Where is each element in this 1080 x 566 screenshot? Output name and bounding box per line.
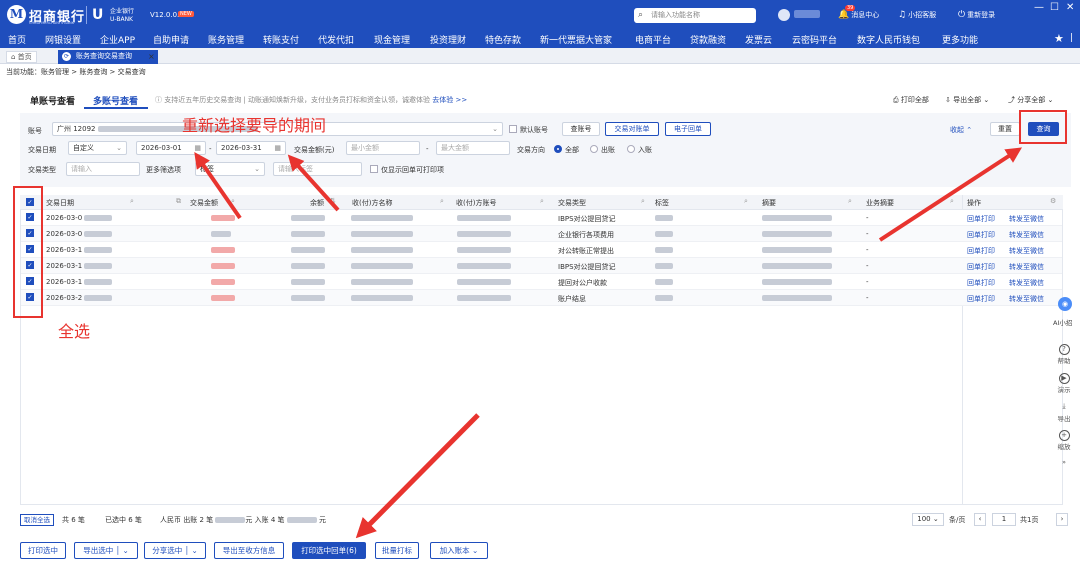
arrow-to-print-receipts bbox=[355, 413, 480, 539]
arrow-to-query bbox=[878, 147, 1023, 242]
arrow-to-start-date bbox=[194, 152, 242, 220]
arrow-to-end-date bbox=[287, 154, 340, 212]
annotation-arrows bbox=[194, 147, 1023, 539]
